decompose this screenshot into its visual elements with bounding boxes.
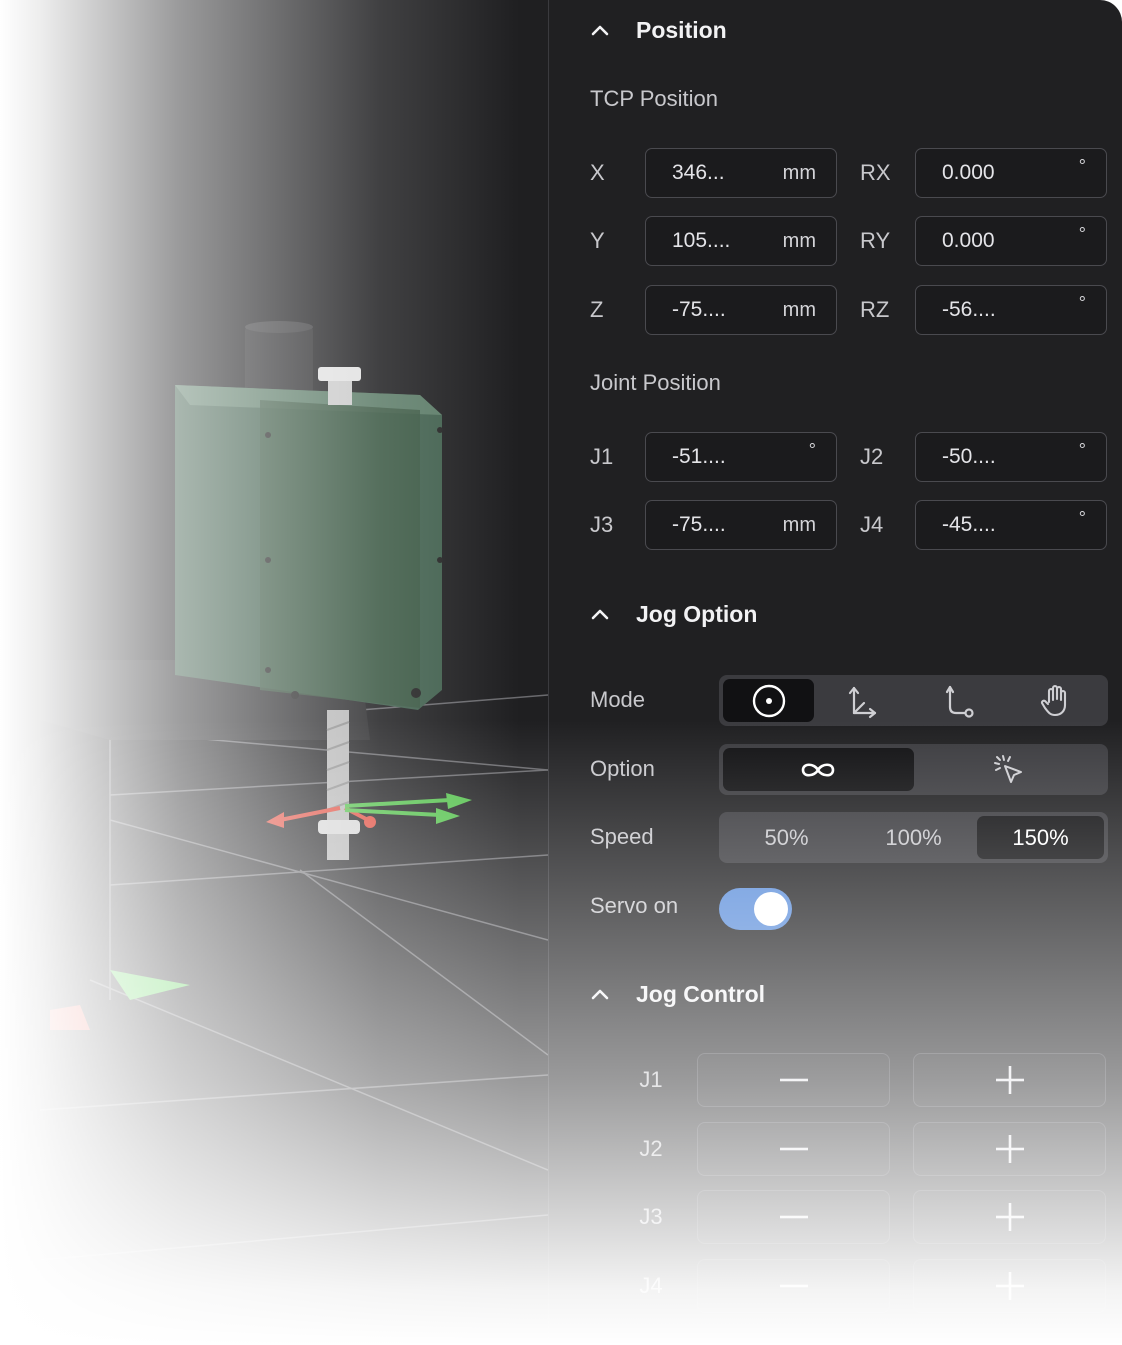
- rz-unit: °: [1078, 292, 1086, 313]
- ry-field[interactable]: 0.000 °: [915, 216, 1107, 266]
- j4-value: -45....: [942, 513, 996, 536]
- rz-label: RZ: [860, 297, 890, 322]
- x-value: 346...: [672, 161, 725, 184]
- j4-unit: °: [1078, 507, 1086, 528]
- jog-j1-plus-button[interactable]: [913, 1053, 1106, 1107]
- plus-icon: [995, 1066, 1024, 1094]
- j1-field[interactable]: -51.... °: [645, 432, 837, 482]
- jog-option-section-header[interactable]: Jog Option: [589, 599, 757, 629]
- x-unit: mm: [782, 161, 816, 184]
- jog-j3-plus-button[interactable]: [913, 1190, 1106, 1244]
- click-pointer-icon: [993, 754, 1022, 783]
- y-label: Y: [590, 228, 605, 253]
- target-icon: [752, 684, 785, 717]
- j4-field[interactable]: -45.... °: [915, 500, 1107, 550]
- x-label: X: [590, 160, 605, 185]
- j3-unit: mm: [782, 513, 816, 536]
- tcp-position-label: TCP Position: [590, 86, 718, 111]
- j3-field[interactable]: -75.... mm: [645, 500, 837, 550]
- rz-field[interactable]: -56.... °: [915, 285, 1107, 335]
- j3-value: -75....: [672, 513, 726, 536]
- mode-target-button[interactable]: [723, 679, 814, 722]
- jog-control-section-header[interactable]: Jog Control: [589, 979, 765, 1009]
- j3-label: J3: [590, 512, 614, 537]
- j1-unit: °: [808, 439, 816, 460]
- y-unit: mm: [782, 229, 816, 252]
- ry-label: RY: [860, 228, 891, 253]
- control-panel: Position TCP Position X 346... mm RX 0.0…: [548, 0, 1122, 1345]
- j4-label: J4: [860, 512, 884, 537]
- chevron-up-icon: [589, 19, 611, 41]
- rx-field[interactable]: 0.000 °: [915, 148, 1107, 198]
- infinity-icon: [801, 762, 835, 777]
- position-section-header[interactable]: Position: [589, 15, 727, 45]
- robot-scene: [39, 321, 548, 1261]
- x-field[interactable]: 346... mm: [645, 148, 837, 198]
- y-field[interactable]: 105.... mm: [645, 216, 837, 266]
- jog-j4-label: J4: [639, 1273, 663, 1298]
- mode-hand-button[interactable]: [1007, 679, 1104, 722]
- ry-unit: °: [1078, 223, 1086, 244]
- z-unit: mm: [782, 298, 816, 321]
- jog-j3-minus-button[interactable]: [697, 1190, 890, 1244]
- minus-icon: [779, 1078, 808, 1082]
- mode-base-frame-button[interactable]: [814, 679, 911, 722]
- j1-value: -51....: [672, 445, 726, 468]
- servo-label: Servo on: [590, 893, 679, 918]
- option-label: Option: [590, 756, 655, 781]
- option-step-button[interactable]: [914, 748, 1105, 791]
- jog-j3-label: J3: [639, 1204, 663, 1229]
- speed-selector[interactable]: 50% 100% 150%: [719, 812, 1108, 863]
- y-value: 105....: [672, 229, 731, 252]
- 3d-viewport[interactable]: [0, 0, 548, 1345]
- servo-toggle[interactable]: [719, 888, 792, 930]
- z-label: Z: [590, 297, 604, 322]
- position-title: Position: [636, 16, 727, 43]
- option-continuous-button[interactable]: [723, 748, 914, 791]
- jog-j2-minus-button[interactable]: [697, 1122, 890, 1176]
- option-selector[interactable]: [719, 744, 1108, 795]
- j2-label: J2: [860, 444, 884, 469]
- rx-unit: °: [1078, 155, 1086, 176]
- speed-label: Speed: [590, 824, 654, 849]
- speed-100-button[interactable]: 100%: [850, 816, 977, 859]
- plus-icon: [995, 1135, 1024, 1163]
- chevron-up-icon: [589, 983, 611, 1005]
- z-field[interactable]: -75.... mm: [645, 285, 837, 335]
- jog-option-title: Jog Option: [636, 600, 758, 627]
- jog-j4-minus-button[interactable]: [697, 1259, 890, 1313]
- minus-icon: [779, 1147, 808, 1151]
- jog-j1-minus-button[interactable]: [697, 1053, 890, 1107]
- axis-gizmo[interactable]: [266, 793, 472, 828]
- joint-position-label: Joint Position: [590, 370, 721, 395]
- speed-150-button[interactable]: 150%: [977, 816, 1104, 859]
- mode-selector[interactable]: [719, 675, 1108, 726]
- z-value: -75....: [672, 298, 726, 321]
- plus-icon: [995, 1272, 1024, 1300]
- mode-tool-frame-button[interactable]: [911, 679, 1008, 722]
- j1-label: J1: [590, 444, 614, 469]
- hand-icon: [1040, 684, 1066, 716]
- rz-value: -56....: [942, 298, 996, 321]
- chevron-up-icon: [589, 603, 611, 625]
- jog-j4-plus-button[interactable]: [913, 1259, 1106, 1313]
- rx-label: RX: [860, 160, 891, 185]
- j2-unit: °: [1078, 439, 1086, 460]
- mode-label: Mode: [590, 687, 646, 712]
- jog-j1-label: J1: [639, 1067, 663, 1092]
- jog-control-title: Jog Control: [636, 980, 766, 1007]
- jog-j2-label: J2: [639, 1136, 663, 1161]
- speed-50-button[interactable]: 50%: [723, 816, 850, 859]
- ry-value: 0.000: [942, 229, 995, 252]
- rx-value: 0.000: [942, 161, 995, 184]
- toggle-knob: [754, 892, 788, 926]
- j2-value: -50....: [942, 445, 996, 468]
- jog-j2-plus-button[interactable]: [913, 1122, 1106, 1176]
- j2-field[interactable]: -50.... °: [915, 432, 1107, 482]
- minus-icon: [779, 1215, 808, 1219]
- minus-icon: [779, 1284, 808, 1288]
- base-frame-icon: [849, 686, 877, 718]
- tool-frame-icon: [945, 685, 974, 718]
- plus-icon: [995, 1203, 1024, 1231]
